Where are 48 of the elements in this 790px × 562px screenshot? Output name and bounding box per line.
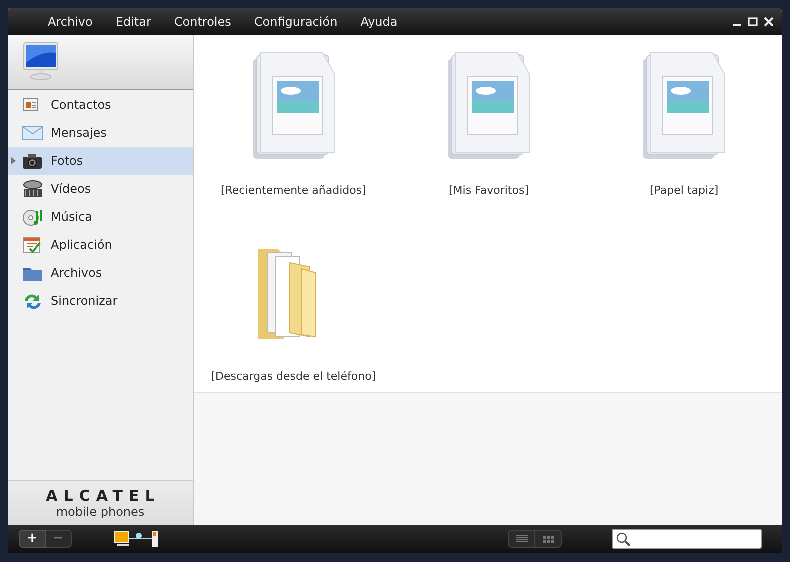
sidebar-item[interactable]: Vídeos (8, 175, 193, 203)
sidebar-label: Archivos (51, 265, 102, 282)
item-label: [Mis Favoritos] (448, 183, 529, 199)
music-disc-icon (22, 208, 44, 226)
sidebar-label: Vídeos (51, 181, 92, 198)
sidebar-label: Fotos (51, 153, 84, 170)
item-label: [Papel tapiz] (650, 183, 719, 199)
list-view-icon (516, 535, 528, 543)
sidebar-item[interactable]: Música (8, 203, 193, 231)
envelope-icon (22, 124, 44, 142)
grid-view-icon (542, 536, 554, 542)
sidebar-label: Contactos (51, 97, 112, 114)
brand-logo: ALCATEL (45, 488, 161, 504)
monitor-icon (23, 42, 59, 82)
brand-tagline: mobile phones (56, 504, 145, 518)
connection-status-icon (114, 530, 160, 548)
album-item[interactable]: [Papel tapiz] (586, 35, 782, 229)
photo-album-icon (641, 51, 728, 161)
album-item[interactable]: [Recientemente añadidos] (196, 35, 392, 229)
sidebar-label: Sincronizar (51, 293, 118, 310)
sidebar-label: Aplicación (51, 237, 112, 254)
sidebar-item[interactable]: Aplicación (8, 231, 193, 259)
search-field[interactable] (612, 529, 762, 549)
sidebar-label: Mensajes (51, 125, 107, 142)
expand-arrow-icon (11, 157, 16, 165)
search-icon (616, 532, 631, 546)
photo-album-icon (250, 51, 337, 161)
film-reel-icon (22, 180, 44, 198)
sidebar-item[interactable]: Mensajes (8, 119, 193, 147)
menu-item[interactable]: Controles (164, 12, 242, 32)
menu-item[interactable]: Configuración (244, 12, 348, 32)
sidebar-label: Música (51, 209, 92, 226)
menu-item[interactable]: Ayuda (350, 12, 408, 32)
menu-item[interactable]: Editar (106, 12, 162, 32)
item-label: [Recientemente añadidos] (220, 183, 366, 199)
sidebar-item[interactable]: Contactos (8, 91, 193, 119)
camera-icon (22, 152, 44, 170)
sidebar-item[interactable]: Archivos (8, 259, 193, 287)
menu-item[interactable]: Archivo (38, 12, 103, 32)
album-item[interactable]: [Mis Favoritos] (391, 35, 587, 229)
close-icon[interactable] (764, 16, 774, 26)
sidebar-item[interactable]: Sincronizar (8, 287, 193, 315)
sidebar-item[interactable]: Fotos (8, 147, 193, 175)
folder-item[interactable]: [Descargas desde el teléfono] (196, 229, 392, 393)
maximize-icon[interactable] (748, 16, 758, 26)
zoom-in-button[interactable]: + (19, 530, 46, 548)
item-label: [Descargas desde el teléfono] (211, 369, 376, 385)
photo-album-icon (446, 51, 532, 161)
